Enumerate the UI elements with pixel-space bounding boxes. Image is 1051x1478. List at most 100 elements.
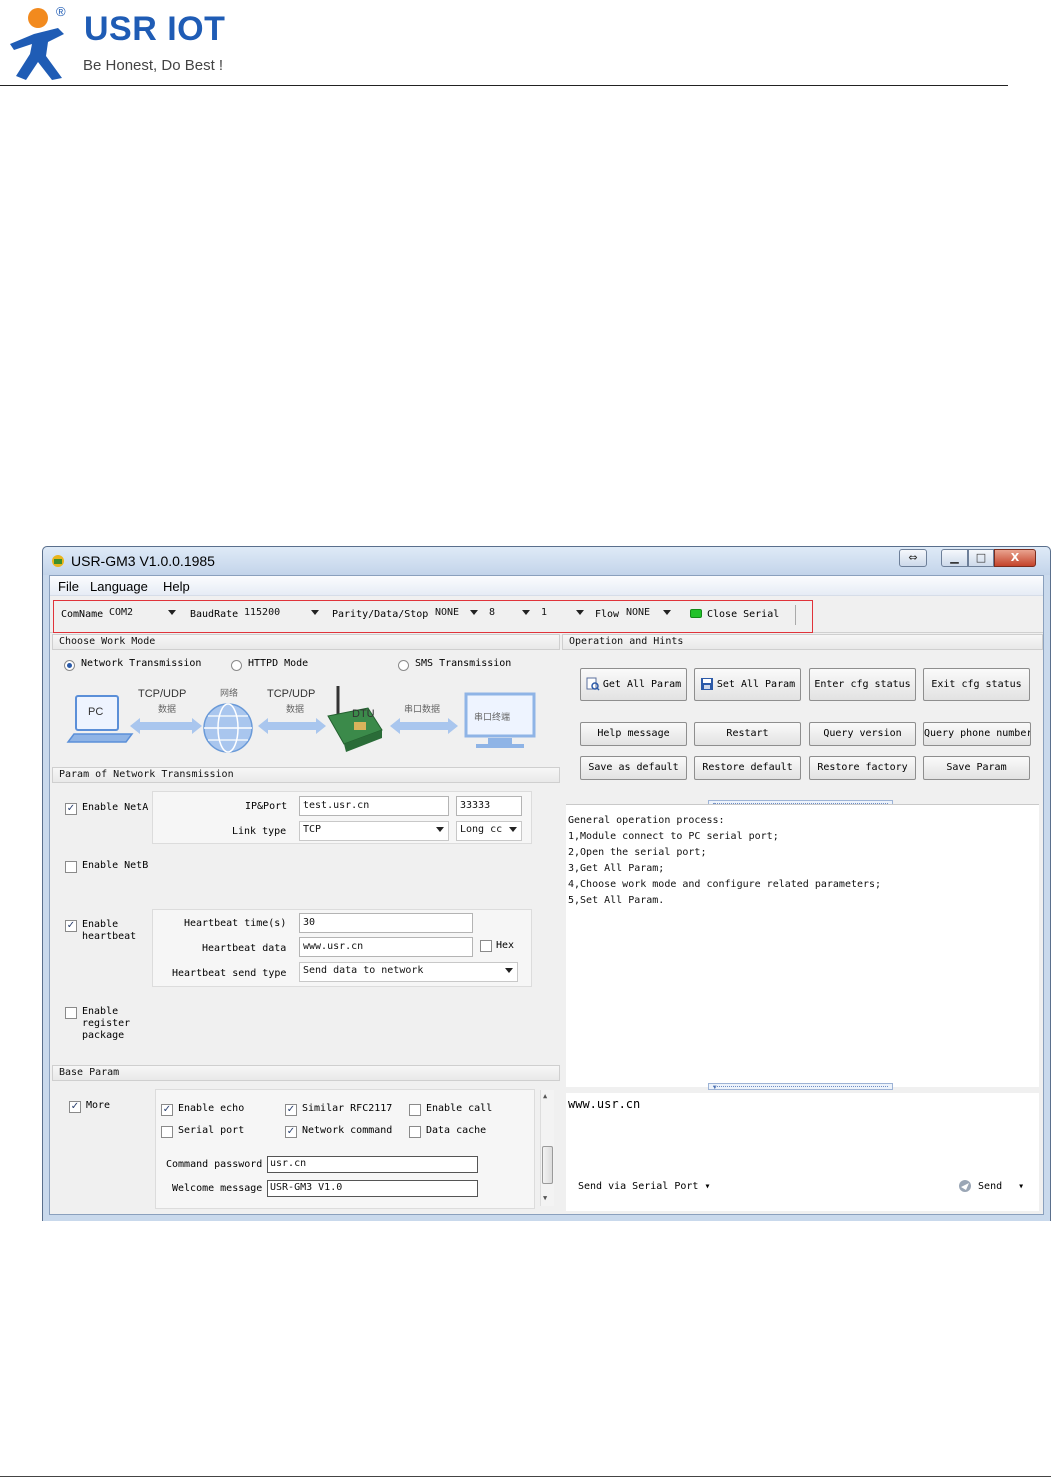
serial-port-checkbox[interactable]	[161, 1126, 173, 1138]
app-window: USR-GM3 V1.0.0.1985 ⇔ ▁ □ X File Languag…	[42, 546, 1051, 1221]
link-type-label: Link type	[232, 826, 287, 837]
heartbeat-send-type-select[interactable]: Send data to network	[299, 962, 518, 982]
chevron-down-icon	[663, 610, 671, 615]
save-param-button[interactable]: Save Param	[923, 756, 1030, 780]
network-command-checkbox[interactable]: ✓	[285, 1126, 297, 1138]
similar-rfc-label: Similar RFC2117	[302, 1103, 393, 1114]
exit-cfg-status-button[interactable]: Exit cfg status	[923, 668, 1030, 701]
send-splitter[interactable]: ▼	[708, 1083, 893, 1091]
heartbeat-send-type-label: Heartbeat send type	[172, 968, 287, 979]
toolbar-separator	[795, 605, 796, 625]
diagram-tcp-left-label: TCP/UDP	[138, 688, 187, 700]
heartbeat-time-input[interactable]: 30	[299, 913, 473, 933]
stop-bits-select[interactable]: 1	[537, 604, 589, 624]
network-diagram: PC TCP/UDP 数据 网络 TCP/UDP 数据 DTU 串口数据 串口终…	[62, 686, 542, 776]
swap-icon[interactable]: ⇔	[899, 549, 927, 567]
com-name-select[interactable]: COM2	[105, 604, 181, 624]
enable-neta-checkbox[interactable]: ✓	[65, 803, 77, 815]
radio-sms-transmission[interactable]	[398, 660, 409, 671]
query-phone-number-button[interactable]: Query phone number	[923, 722, 1031, 746]
get-all-param-button[interactable]: Get All Param	[580, 668, 687, 701]
base-param-scrollbar[interactable]: ▲ ▼	[540, 1090, 554, 1206]
diagram-tcp-left-sub: 数据	[158, 705, 177, 715]
more-checkbox[interactable]: ✓	[69, 1101, 81, 1113]
diagram-serial-data-label: 串口数据	[404, 705, 441, 715]
restore-factory-button[interactable]: Restore factory	[809, 756, 916, 780]
window-bottom-border	[43, 1215, 1050, 1221]
search-document-icon	[586, 677, 600, 691]
radio-network-transmission[interactable]	[64, 660, 75, 671]
welcome-message-input[interactable]: USR-GM3 V1.0	[267, 1180, 478, 1197]
parity-select[interactable]: NONE	[431, 604, 483, 624]
radio-httpd-mode-label: HTTPD Mode	[248, 658, 309, 669]
link-type-select[interactable]: TCP	[299, 821, 449, 841]
hints-text: General operation process: 1,Module conn…	[568, 815, 882, 906]
enable-call-checkbox[interactable]	[409, 1104, 421, 1116]
parity-label: Parity/Data/Stop	[332, 609, 429, 620]
scroll-down-icon[interactable]: ▼	[543, 1194, 547, 1202]
query-version-button[interactable]: Query version	[809, 722, 916, 746]
base-param-title: Base Param	[52, 1065, 560, 1081]
enable-netb-checkbox[interactable]	[65, 861, 77, 873]
ip-port-label: IP&Port	[245, 801, 288, 812]
header-rule	[0, 85, 1008, 86]
enter-cfg-status-button[interactable]: Enter cfg status	[809, 668, 916, 701]
send-via-selector[interactable]: Send via Serial Port ▾	[578, 1181, 710, 1192]
connection-type-select[interactable]: Long cc	[456, 821, 522, 841]
data-bits-select[interactable]: 8	[485, 604, 535, 624]
hints-output-area[interactable]: General operation process: 1,Module conn…	[566, 804, 1039, 1087]
radio-httpd-mode[interactable]	[231, 660, 242, 671]
flow-select[interactable]: NONE	[622, 604, 676, 624]
enable-register-label-line2: register	[82, 1018, 131, 1029]
chevron-down-icon	[436, 827, 444, 832]
menu-language[interactable]: Language	[90, 579, 148, 594]
title-bar[interactable]: USR-GM3 V1.0.0.1985 ⇔ ▁ □ X	[43, 547, 1050, 575]
data-cache-label: Data cache	[426, 1125, 487, 1136]
heartbeat-hex-checkbox[interactable]	[480, 940, 492, 952]
baudrate-select[interactable]: 115200	[240, 604, 324, 624]
footer-rule	[0, 1476, 1051, 1477]
enable-heartbeat-checkbox[interactable]: ✓	[65, 920, 77, 932]
com-name-label: ComName	[61, 609, 104, 620]
menu-help[interactable]: Help	[163, 579, 190, 594]
data-cache-checkbox[interactable]	[409, 1126, 421, 1138]
set-all-param-button[interactable]: Set All Param	[694, 668, 801, 701]
enable-echo-checkbox[interactable]: ✓	[161, 1104, 173, 1116]
port-input[interactable]: 33333	[456, 796, 522, 816]
enable-netb-label: Enable NetB	[82, 860, 149, 871]
command-password-input[interactable]: usr.cn	[267, 1156, 478, 1173]
menu-file[interactable]: File	[58, 579, 79, 594]
menu-bar: File Language Help	[50, 576, 1043, 596]
brand-slogan: Be Honest, Do Best !	[83, 57, 224, 74]
command-password-label: Command password	[166, 1159, 263, 1170]
minimize-icon[interactable]: ▁	[941, 549, 968, 567]
restore-default-button[interactable]: Restore default	[694, 756, 801, 780]
scroll-thumb[interactable]	[542, 1146, 553, 1184]
help-message-button[interactable]: Help message	[580, 722, 687, 746]
restart-button[interactable]: Restart	[694, 722, 801, 746]
diagram-serial-terminal-label: 串口终端	[474, 713, 511, 723]
more-label: More	[86, 1100, 111, 1111]
serial-toolbar: ComName COM2 BaudRate 115200 Parity/Data…	[50, 597, 1043, 633]
host-input[interactable]: test.usr.cn	[299, 796, 449, 816]
diagram-dtu-label: DTU	[352, 708, 375, 720]
chevron-down-icon	[522, 610, 530, 615]
send-input[interactable]: www.usr.cn	[568, 1097, 640, 1111]
client-area: File Language Help ComName COM2 BaudRate…	[49, 575, 1044, 1215]
heartbeat-data-input[interactable]: www.usr.cn	[299, 937, 473, 957]
diagram-tcp-right-sub: 数据	[286, 705, 305, 715]
maximize-icon[interactable]: □	[968, 549, 994, 567]
work-mode-title: Choose Work Mode	[52, 634, 560, 650]
radio-sms-transmission-label: SMS Transmission	[415, 658, 512, 669]
baudrate-label: BaudRate	[190, 609, 239, 620]
scroll-up-icon[interactable]: ▲	[543, 1092, 547, 1100]
close-icon[interactable]: X	[994, 549, 1036, 567]
chevron-down-icon: ▾	[704, 1181, 711, 1192]
chevron-down-icon: ▾	[1018, 1181, 1025, 1192]
brand-name: USR IOT	[84, 10, 226, 48]
close-serial-button[interactable]: Close Serial	[707, 609, 779, 620]
send-button[interactable]: Send ▾	[958, 1179, 1024, 1193]
enable-register-package-checkbox[interactable]	[65, 1007, 77, 1019]
save-as-default-button[interactable]: Save as default	[580, 756, 687, 780]
similar-rfc-checkbox[interactable]: ✓	[285, 1104, 297, 1116]
